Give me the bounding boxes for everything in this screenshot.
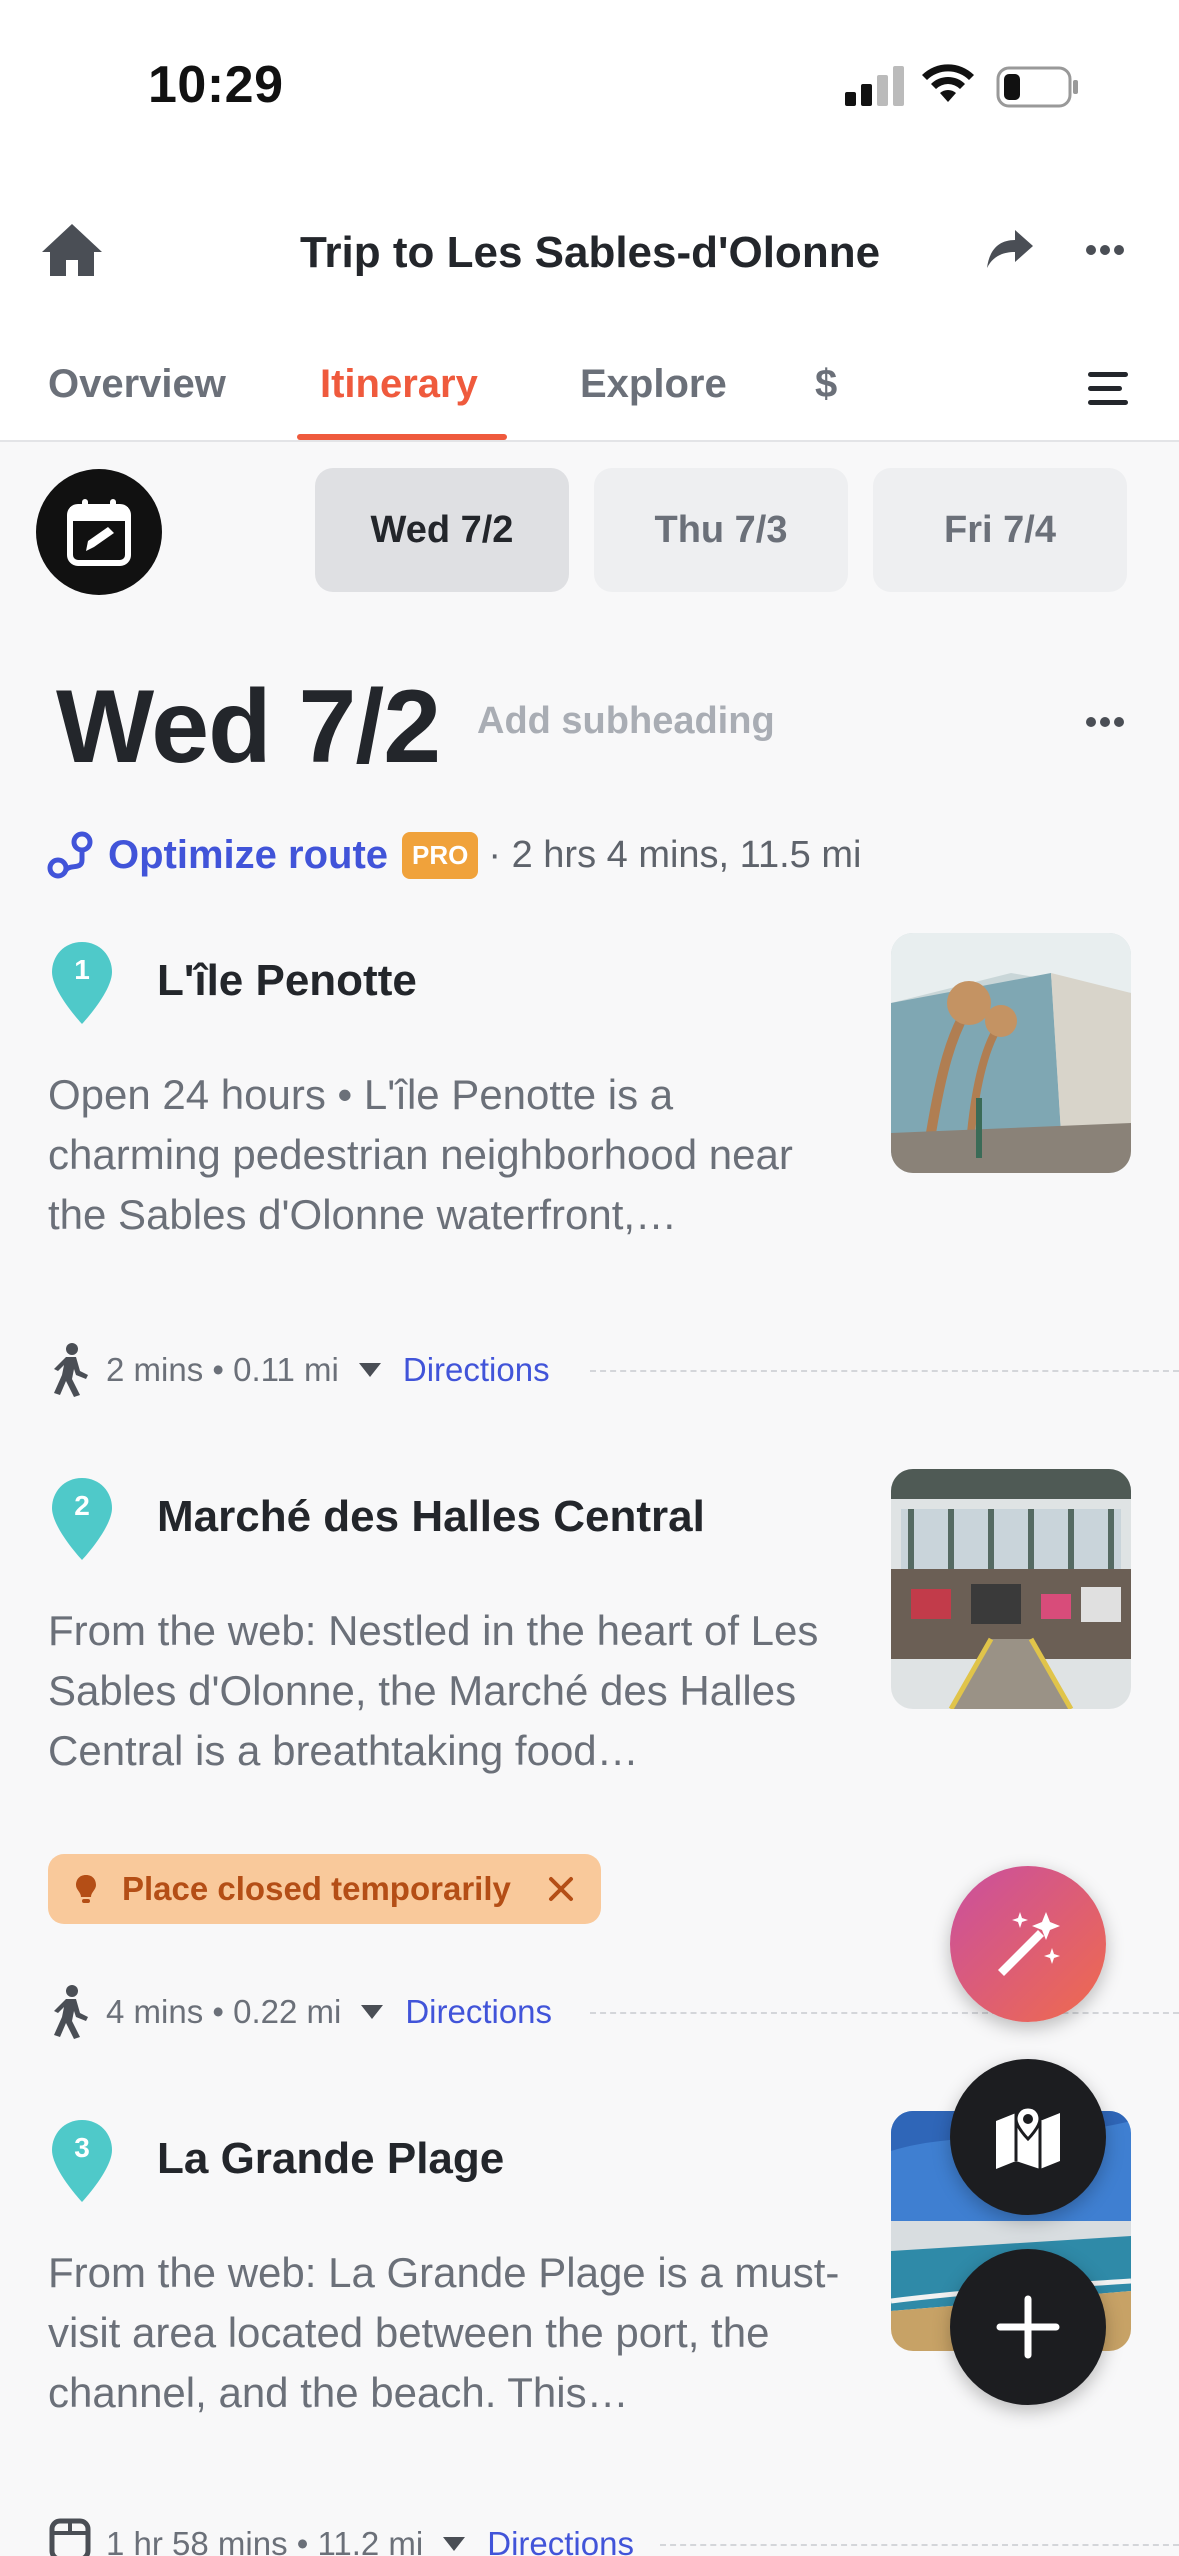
travel-leg: 1 hr 58 mins • 11.2 mi Directions [48, 2514, 634, 2556]
place-photo[interactable] [891, 933, 1131, 1173]
tab-itinerary[interactable]: Itinerary [320, 362, 478, 407]
cellular-signal-icon [845, 66, 904, 106]
place-number: 2 [74, 1490, 90, 1521]
place-number: 1 [74, 954, 90, 985]
route-divider [660, 2544, 1179, 2546]
more-options-icon[interactable] [1085, 242, 1125, 258]
train-icon [49, 2518, 91, 2556]
travel-summary: 1 hr 58 mins • 11.2 mi [106, 2525, 424, 2556]
route-divider [590, 2012, 1179, 2014]
edit-calendar-button[interactable] [36, 469, 162, 595]
menu-icon[interactable] [1088, 370, 1130, 406]
lightbulb-icon [76, 1875, 96, 1903]
optimize-route-button[interactable]: Optimize route [108, 833, 388, 878]
map-view-button[interactable] [950, 2059, 1106, 2215]
place-name[interactable]: L'île Penotte [157, 956, 417, 1006]
directions-link[interactable]: Directions [403, 1351, 550, 1389]
active-tab-indicator [297, 434, 507, 440]
walking-icon [54, 1343, 88, 1397]
home-icon[interactable] [40, 220, 104, 280]
magic-wand-icon [998, 1912, 1060, 1976]
chevron-down-icon[interactable] [358, 1363, 381, 1377]
day-pill[interactable]: Fri 7/4 [873, 468, 1127, 592]
travel-leg: 2 mins • 0.11 mi Directions [48, 1340, 550, 1400]
route-icon[interactable] [46, 830, 98, 880]
route-summary: · 2 hrs 4 mins, 11.5 mi [488, 833, 862, 876]
closed-alert-text: Place closed temporarily [122, 1870, 511, 1907]
closed-alert-badge: Place closed temporarily [48, 1854, 601, 1924]
day-heading: Wed 7/2 [56, 669, 441, 785]
place-description: From the web: Nestled in the heart of Le… [48, 1607, 819, 1774]
chevron-down-icon[interactable] [443, 2537, 466, 2551]
ai-assist-button[interactable] [950, 1866, 1106, 2022]
tab-budget[interactable]: $ [815, 362, 837, 407]
optimize-route-row: Optimize route PRO · 2 hrs 4 mins, 11.5 … [46, 825, 861, 885]
trip-tabs: Overview Itinerary Explore $ [0, 340, 1179, 442]
chevron-down-icon[interactable] [361, 2005, 384, 2019]
directions-link[interactable]: Directions [405, 1993, 552, 2031]
walking-icon [54, 1985, 88, 2039]
travel-summary: 4 mins • 0.22 mi [106, 1993, 342, 2030]
directions-link[interactable]: Directions [487, 2525, 634, 2556]
calendar-edit-icon [67, 499, 131, 566]
day-more-options-icon[interactable] [1085, 714, 1125, 730]
place-name[interactable]: Marché des Halles Central [157, 1492, 705, 1542]
day-pill[interactable]: Wed 7/2 [315, 468, 569, 592]
status-bar: 10:29 [0, 0, 1179, 170]
place-description: From the web: La Grande Plage is a must-… [48, 2249, 840, 2416]
close-icon[interactable] [547, 1875, 575, 1903]
pro-badge: PRO [402, 831, 479, 879]
travel-summary: 2 mins • 0.11 mi [106, 1351, 339, 1388]
place-name[interactable]: La Grande Plage [157, 2134, 504, 2184]
place-photo[interactable] [891, 1469, 1131, 1709]
wifi-icon [922, 64, 974, 102]
day-pill[interactable]: Thu 7/3 [594, 468, 848, 592]
travel-leg: 4 mins • 0.22 mi Directions [48, 1982, 552, 2042]
place-number: 3 [74, 2132, 90, 2163]
trip-header: Trip to Les Sables-d'Olonne [0, 170, 1179, 340]
day-selector: Wed 7/2 Thu 7/3 Fri 7/4 [0, 444, 1179, 610]
map-icon [996, 2105, 1060, 2169]
tab-explore[interactable]: Explore [580, 362, 727, 407]
trip-title[interactable]: Trip to Les Sables-d'Olonne [240, 228, 940, 278]
battery-icon [996, 66, 1078, 108]
tab-overview[interactable]: Overview [48, 362, 226, 407]
share-icon[interactable] [985, 228, 1035, 272]
place-description: Open 24 hours • L'île Penotte is a charm… [48, 1071, 793, 1238]
route-divider [590, 1370, 1179, 1372]
status-time: 10:29 [148, 56, 284, 114]
add-place-button[interactable] [950, 2249, 1106, 2405]
add-subheading-field[interactable]: Add subheading [477, 700, 775, 743]
plus-icon [996, 2295, 1060, 2359]
